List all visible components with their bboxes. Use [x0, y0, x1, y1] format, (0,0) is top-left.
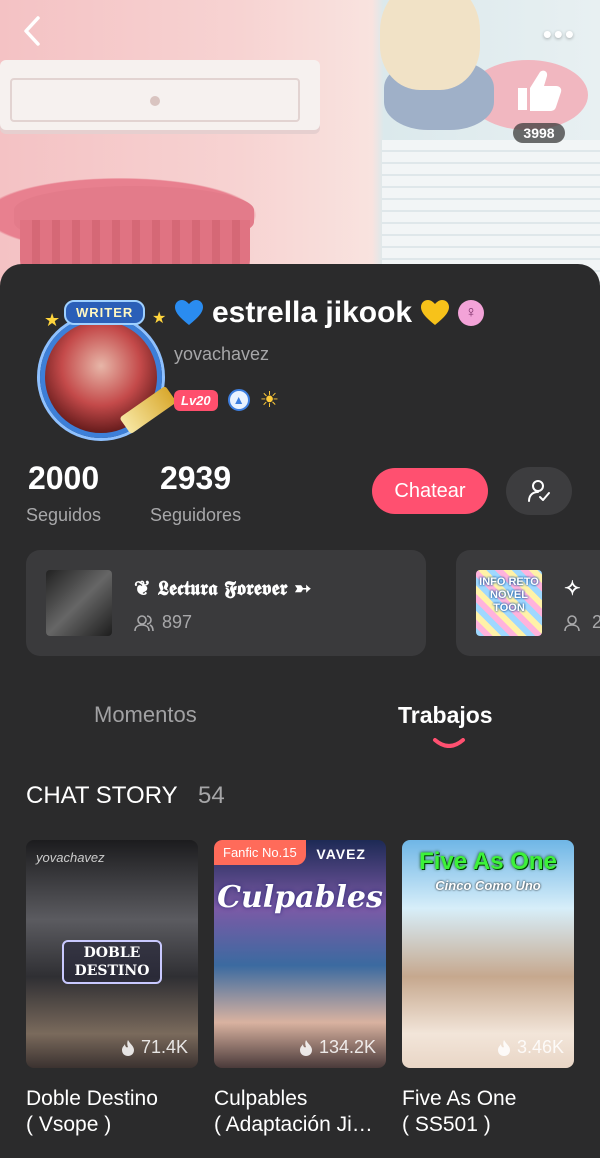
cover-top-text: VAVEZ: [316, 846, 366, 862]
story-cover: yovachavez DOBLE DESTINO 71.4K: [26, 840, 198, 1068]
follow-button[interactable]: [506, 467, 572, 515]
story-title-line2: ( SS501 ): [402, 1113, 491, 1136]
chevron-left-icon: [24, 16, 40, 46]
fire-icon: [121, 1039, 134, 1056]
profile-name-row: estrella jikook ♀: [174, 296, 485, 330]
group-thumbnail: [46, 570, 112, 636]
thumbs-up-icon: [518, 70, 562, 111]
group-member-count: 2: [592, 612, 600, 632]
story-view-count: 134.2K: [318, 1037, 376, 1057]
followers-count: 2939: [159, 460, 232, 496]
story-title-line1: Doble Destino: [26, 1087, 158, 1110]
followers-stat[interactable]: 2939 Seguidores: [150, 460, 241, 526]
profile-badges: Lv20 ▲ ☀: [174, 388, 284, 412]
avatar-frame-badge: WRITER: [64, 300, 146, 325]
cover-author-text: yovachavez: [36, 850, 105, 865]
star-icon: ★: [152, 310, 167, 327]
story-card[interactable]: Five As One Cinco Como Uno 3.46K Five As…: [402, 840, 574, 1138]
following-label: Seguidos: [26, 505, 102, 525]
group-name: ❦ 𝕷𝖊𝖈𝖙𝖚𝖗𝖆 𝕱𝖔𝖗𝖊𝖛𝖊𝖗 ➳: [134, 576, 312, 600]
following-count: 2000: [27, 460, 100, 496]
more-options-button[interactable]: •••: [543, 14, 576, 54]
group-member-count: 897: [162, 612, 193, 632]
following-stat[interactable]: 2000 Seguidos: [26, 460, 101, 526]
avatar[interactable]: ★ ★ WRITER: [30, 300, 177, 438]
add-user-icon: [528, 480, 550, 502]
story-cover: Five As One Cinco Como Uno 3.46K: [402, 840, 574, 1068]
followers-label: Seguidores: [150, 505, 242, 525]
level-badge[interactable]: Lv20: [174, 389, 218, 411]
story-card[interactable]: yovachavez DOBLE DESTINO 71.4K Doble Des…: [26, 840, 198, 1138]
cover-title-text: DOBLE DESTINO: [62, 940, 162, 984]
tab-works[interactable]: Trabajos: [398, 702, 493, 729]
group-card[interactable]: INFO RETO NOVEL TOON ✧ 2: [456, 550, 600, 656]
like-count: 3998: [513, 123, 565, 143]
members-icon: [564, 614, 580, 631]
group-thumbnail: INFO RETO NOVEL TOON: [476, 570, 542, 636]
story-views: 71.4K: [121, 1037, 188, 1058]
rank-badge: Fanfic No.15: [214, 840, 306, 865]
story-cover: VAVEZ Culpables Fanfic No.15 134.2K: [214, 840, 386, 1068]
back-button[interactable]: [20, 14, 44, 59]
profile-panel: ★ ★ WRITER estrella jikook ♀ yovachavez …: [0, 264, 600, 1158]
cover-title-text: Five As One: [419, 848, 557, 875]
story-view-count: 71.4K: [140, 1037, 188, 1057]
verified-badge-icon[interactable]: ▲: [227, 389, 250, 411]
star-icon: ★: [44, 310, 61, 330]
story-title-line1: Five As One: [402, 1087, 517, 1110]
tab-moments[interactable]: Momentos: [94, 702, 197, 728]
group-name: ✧: [564, 576, 581, 600]
story-title-line2: ( Vsope ): [26, 1113, 112, 1136]
blue-heart-icon: [175, 300, 203, 325]
story-title-line1: Culpables: [214, 1087, 308, 1110]
group-card[interactable]: ❦ 𝕷𝖊𝖈𝖙𝖚𝖗𝖆 𝕱𝖔𝖗𝖊𝖛𝖊𝖗 ➳ 897: [26, 550, 426, 656]
fire-icon: [299, 1039, 312, 1056]
story-views: 134.2K: [299, 1037, 376, 1058]
profile-background-image: [0, 0, 600, 300]
fire-icon: [497, 1039, 510, 1056]
active-tab-indicator: [433, 738, 465, 748]
story-title-line2: ( Adaptación Ji…: [214, 1113, 373, 1136]
members-icon: [134, 614, 154, 631]
group-members: 2: [564, 612, 600, 633]
sun-badge-icon[interactable]: ☀: [260, 388, 284, 412]
section-count: 54: [198, 782, 225, 809]
yellow-heart-icon: [421, 300, 450, 325]
story-views: 3.46K: [497, 1037, 564, 1058]
story-card[interactable]: VAVEZ Culpables Fanfic No.15 134.2K Culp…: [214, 840, 386, 1138]
profile-name: estrella jikook: [212, 296, 413, 329]
more-dots-icon: •••: [542, 19, 576, 49]
chat-button[interactable]: Chatear: [372, 468, 488, 514]
section-title: CHAT STORY: [26, 782, 178, 809]
cover-title-text: Culpables: [217, 880, 383, 915]
profile-username: yovachavez: [174, 344, 270, 364]
cover-subtitle-text: Cinco Como Uno: [435, 878, 541, 893]
like-button[interactable]: 3998: [508, 68, 570, 143]
female-icon: ♀: [458, 300, 485, 326]
group-members: 897: [134, 612, 192, 633]
background-plush-head: [380, 0, 480, 90]
background-drawer-knob: [150, 96, 160, 106]
story-view-count: 3.46K: [516, 1037, 564, 1057]
